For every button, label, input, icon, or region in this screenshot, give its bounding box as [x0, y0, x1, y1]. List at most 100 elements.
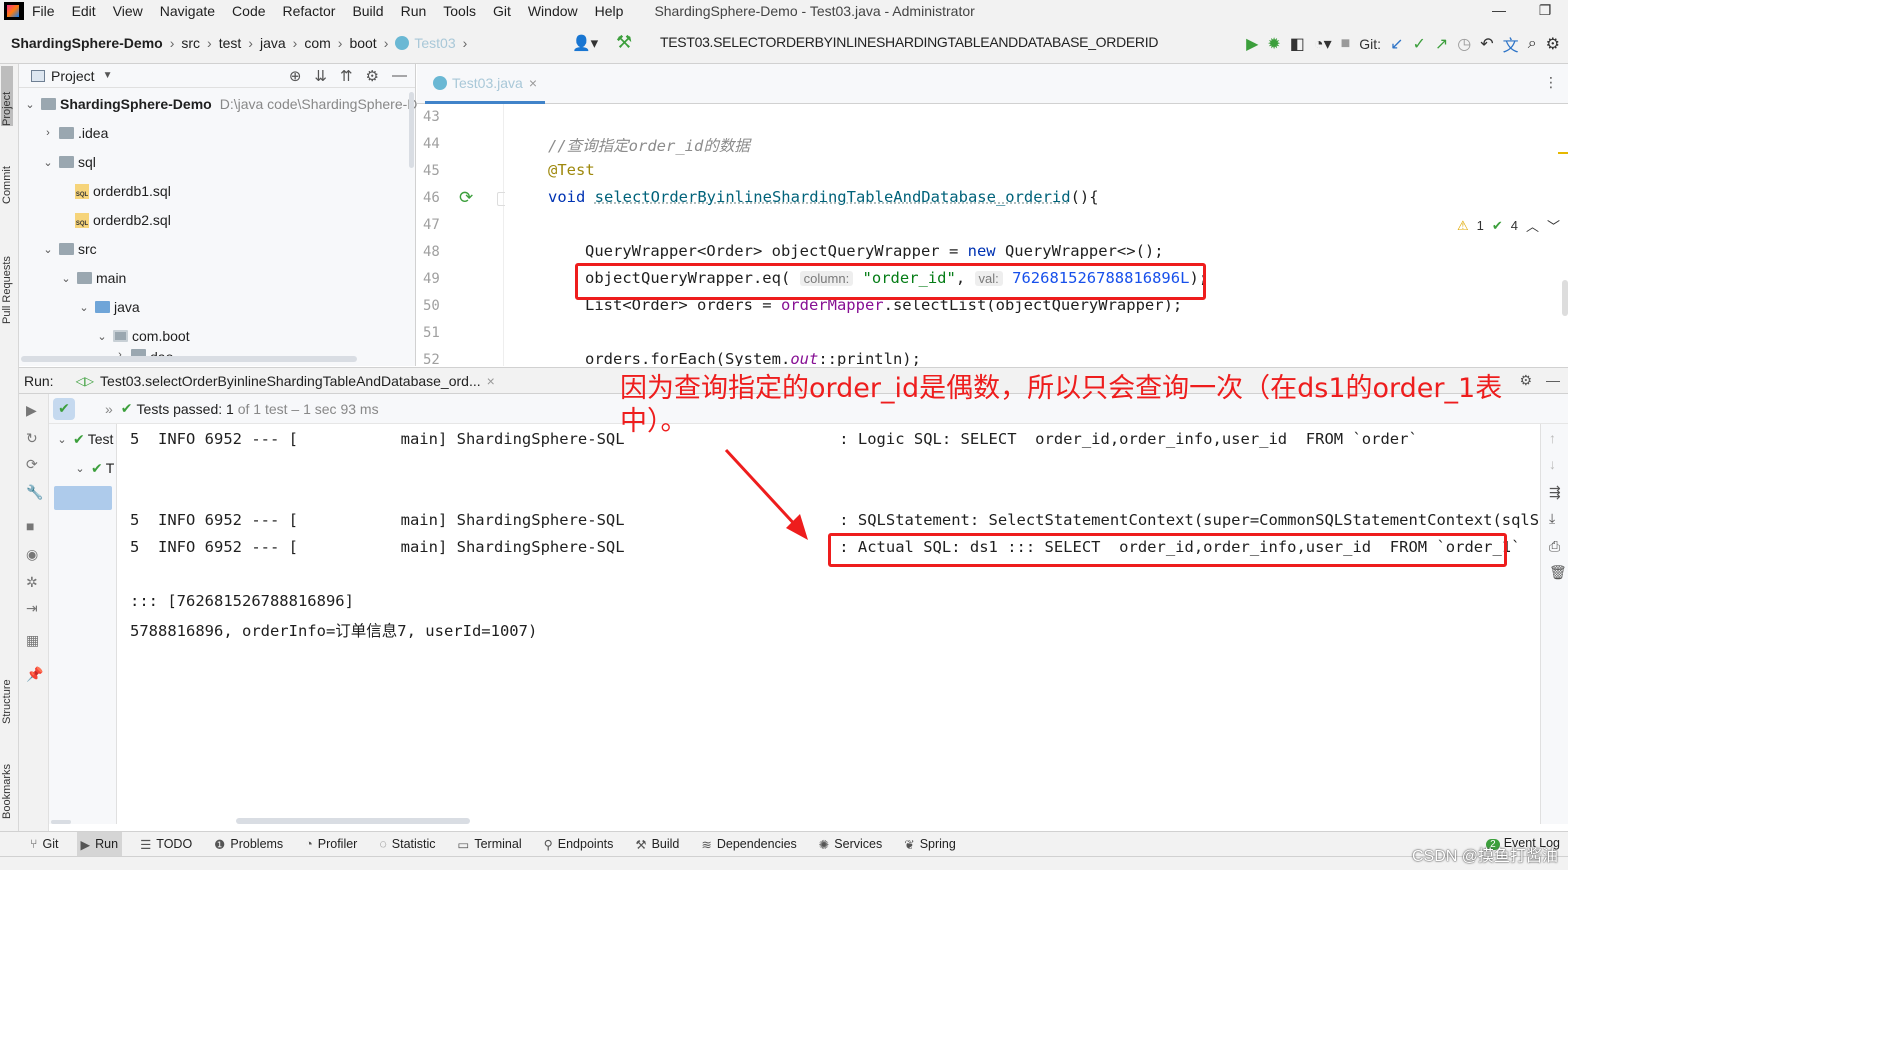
- tool-dependencies[interactable]: ≋ Dependencies: [697, 832, 800, 857]
- menu-file[interactable]: File: [32, 3, 55, 19]
- menu-help[interactable]: Help: [595, 3, 624, 19]
- minimize-icon[interactable]: —: [1476, 0, 1522, 20]
- test-tree-item[interactable]: ⌄ ✔ T: [73, 455, 114, 481]
- locate-file-icon[interactable]: ⊕: [289, 67, 302, 85]
- rerun-failed-icon[interactable]: ↻: [26, 430, 38, 447]
- tree-item-sql[interactable]: ⌄ sql: [41, 149, 96, 175]
- vertical-scrollbar[interactable]: [409, 92, 414, 168]
- rerun-icon[interactable]: ▶: [26, 402, 37, 419]
- scroll-to-end-icon[interactable]: ⤓: [1549, 510, 1555, 527]
- chevron-down-icon[interactable]: ⌄: [95, 330, 109, 343]
- soft-wrap-icon[interactable]: ⇶: [1549, 484, 1561, 501]
- tool-build[interactable]: ⚒ Build: [631, 832, 683, 857]
- tab-test03-java[interactable]: Test03.java ×: [425, 64, 546, 104]
- debug-icon[interactable]: ✹: [1267, 34, 1280, 54]
- bookmarks-tool-button[interactable]: Bookmarks: [1, 744, 13, 819]
- horizontal-scrollbar[interactable]: [236, 818, 470, 824]
- commit-tool-button[interactable]: Commit: [1, 144, 13, 204]
- inspection-widget[interactable]: ⚠ 1 ✔ 4 ︿ ﹀: [1457, 216, 1560, 235]
- close-icon[interactable]: ×: [529, 75, 537, 91]
- tool-run[interactable]: ▶ Run: [76, 831, 123, 857]
- tool-todo[interactable]: ☰ TODO: [136, 832, 196, 857]
- tool-spring[interactable]: ❦ Spring: [900, 832, 960, 857]
- horizontal-scrollbar[interactable]: [51, 820, 71, 824]
- run-tab[interactable]: Test03.selectOrderByinlineShardingTableA…: [100, 373, 481, 389]
- git-push-icon[interactable]: ↗: [1435, 34, 1448, 54]
- menu-tools[interactable]: Tools: [443, 3, 476, 19]
- code-editor[interactable]: //查询指定order_id的数据 @Test void selectOrder…: [505, 104, 1568, 366]
- chevron-down-icon[interactable]: ⌄: [23, 98, 37, 111]
- expand-all-icon[interactable]: ⇊: [314, 67, 327, 85]
- settings-gear-icon[interactable]: ⚙: [366, 67, 379, 85]
- tool-profiler[interactable]: ◔ Profiler: [301, 832, 361, 857]
- menu-view[interactable]: View: [113, 3, 143, 19]
- breadcrumb-project[interactable]: ShardingSphere-Demo: [11, 35, 163, 51]
- camera-icon[interactable]: ◉: [26, 546, 38, 563]
- test-tree-item[interactable]: ⌄ ✔ Test: [55, 426, 113, 452]
- wrench-icon[interactable]: 🔧: [26, 484, 43, 501]
- layout-icon[interactable]: ▦: [26, 632, 39, 649]
- exit-icon[interactable]: ⇥: [26, 600, 38, 617]
- expand-icon[interactable]: »: [105, 401, 113, 417]
- menu-code[interactable]: Code: [232, 3, 265, 19]
- chevron-down-icon[interactable]: ⌄: [55, 433, 69, 446]
- menu-refactor[interactable]: Refactor: [283, 3, 336, 19]
- tool-endpoints[interactable]: ⚲ Endpoints: [540, 832, 618, 857]
- git-commit-icon[interactable]: ✓: [1412, 34, 1425, 54]
- pull-requests-tool-button[interactable]: Pull Requests: [1, 224, 13, 324]
- tree-item-src[interactable]: ⌄ src: [41, 236, 96, 262]
- tree-item-idea[interactable]: › .idea: [41, 120, 108, 146]
- tree-item-java[interactable]: ⌄ java: [77, 294, 139, 320]
- run-test-gutter-icon[interactable]: ⟳: [459, 188, 473, 208]
- run-icon[interactable]: ▶: [1246, 34, 1258, 54]
- arrow-up-icon[interactable]: ↑: [1549, 430, 1556, 446]
- print-icon[interactable]: ⎙: [1549, 538, 1560, 555]
- project-tool-button[interactable]: Project: [1, 66, 13, 126]
- chevron-right-icon[interactable]: ›: [41, 127, 55, 139]
- coverage-icon[interactable]: ◧: [1290, 34, 1305, 54]
- project-view-selector[interactable]: Project: [51, 68, 95, 84]
- tool-services[interactable]: ✺ Services: [815, 832, 886, 857]
- close-icon[interactable]: ×: [487, 373, 495, 389]
- structure-tool-button[interactable]: Structure: [1, 654, 13, 724]
- hammer-build-icon[interactable]: ⚒: [616, 32, 632, 53]
- trash-icon[interactable]: 🗑: [1549, 564, 1567, 581]
- vertical-scrollbar[interactable]: [1562, 280, 1568, 316]
- tree-item-project-root[interactable]: ⌄ ShardingSphere-Demo D:\java code\Shard…: [23, 91, 417, 117]
- hide-panel-icon[interactable]: —: [392, 67, 407, 85]
- tool-terminal[interactable]: ▭ Terminal: [454, 832, 526, 857]
- translate-icon[interactable]: 文: [1503, 32, 1519, 56]
- error-stripe-mark[interactable]: [1558, 152, 1568, 154]
- tool-statistic[interactable]: ◌ Statistic: [375, 832, 439, 857]
- tree-item-orderdb1[interactable]: SQL orderdb1.sql: [75, 178, 171, 204]
- breadcrumb-test[interactable]: test: [219, 35, 242, 51]
- gear-icon[interactable]: ✲: [26, 574, 38, 591]
- chevron-up-icon[interactable]: ︿: [1526, 216, 1539, 235]
- chevron-down-icon[interactable]: ﹀: [1547, 216, 1560, 235]
- breadcrumb-java[interactable]: java: [260, 35, 286, 51]
- chevron-down-icon[interactable]: ⌄: [77, 301, 91, 314]
- tool-git[interactable]: ⑂ Git: [26, 832, 63, 857]
- chevron-down-icon[interactable]: ⌄: [59, 272, 73, 285]
- chevron-down-icon[interactable]: ⌄: [41, 243, 55, 256]
- breadcrumb-class[interactable]: Test03: [414, 35, 455, 51]
- collapse-all-icon[interactable]: ⇈: [340, 67, 353, 85]
- chevron-down-icon[interactable]: ⌄: [73, 462, 87, 475]
- menu-run[interactable]: Run: [401, 3, 427, 19]
- tree-item-main[interactable]: ⌄ main: [59, 265, 126, 291]
- breadcrumb-com[interactable]: com: [304, 35, 330, 51]
- run-configuration-select[interactable]: TEST03.SELECTORDERBYINLINESHARDINGTABLEA…: [660, 34, 1158, 50]
- chevron-down-icon[interactable]: ▼: [103, 70, 113, 81]
- menu-git[interactable]: Git: [493, 3, 511, 19]
- horizontal-scrollbar[interactable]: [21, 356, 357, 362]
- menu-edit[interactable]: Edit: [72, 3, 96, 19]
- stop-icon[interactable]: ■: [1341, 35, 1351, 53]
- search-icon[interactable]: ⌕: [1528, 35, 1537, 53]
- user-icon[interactable]: 👤▾: [572, 34, 598, 52]
- check-icon[interactable]: ✔: [53, 397, 75, 420]
- menu-build[interactable]: Build: [352, 3, 383, 19]
- menu-window[interactable]: Window: [528, 3, 578, 19]
- menu-navigate[interactable]: Navigate: [160, 3, 215, 19]
- git-update-icon[interactable]: ↙: [1390, 34, 1403, 54]
- history-icon[interactable]: ◷: [1457, 34, 1471, 54]
